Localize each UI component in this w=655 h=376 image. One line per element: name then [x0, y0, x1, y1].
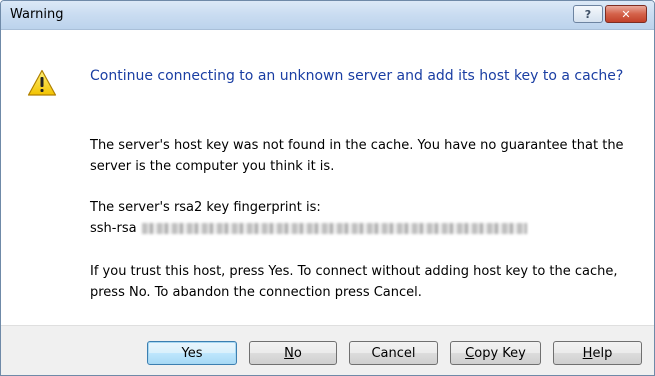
title-bar[interactable]: Warning ? ✕: [1, 1, 654, 30]
yes-label: Yes: [181, 345, 203, 361]
yes-button[interactable]: Yes: [147, 341, 237, 365]
host-key-warning-text: The server's host key was not found in t…: [90, 138, 624, 174]
fingerprint-redacted: [141, 223, 527, 234]
fingerprint-line: ssh-rsa: [90, 218, 650, 239]
fingerprint-prefix: ssh-rsa: [90, 221, 137, 236]
warning-dialog: Warning ? ✕ Continue connecting to an un…: [0, 0, 655, 376]
fingerprint-block: The server's rsa2 key fingerprint is: ss…: [90, 197, 650, 239]
cancel-button[interactable]: Cancel: [349, 341, 438, 365]
cancel-label: Cancel: [371, 345, 416, 361]
titlebar-close-button[interactable]: ✕: [605, 5, 647, 23]
instructions-text: If you trust this host, press Yes. To co…: [90, 264, 618, 300]
warning-icon: [27, 69, 57, 96]
help-button[interactable]: Help: [553, 341, 642, 365]
close-icon: ✕: [621, 7, 631, 21]
button-bar: Yes No Cancel Copy Key Help: [1, 325, 654, 375]
question-icon: ?: [584, 7, 592, 21]
copy-key-label: Copy Key: [465, 345, 526, 361]
copy-key-button[interactable]: Copy Key: [450, 341, 541, 365]
dialog-heading: Continue connecting to an unknown server…: [90, 68, 624, 84]
no-button[interactable]: No: [249, 341, 337, 365]
dialog-content: Continue connecting to an unknown server…: [1, 30, 654, 325]
titlebar-help-button[interactable]: ?: [573, 5, 603, 23]
no-label: No: [284, 345, 302, 361]
help-label: Help: [582, 345, 613, 361]
fingerprint-label: The server's rsa2 key fingerprint is:: [90, 200, 321, 215]
window-title: Warning: [10, 7, 64, 22]
